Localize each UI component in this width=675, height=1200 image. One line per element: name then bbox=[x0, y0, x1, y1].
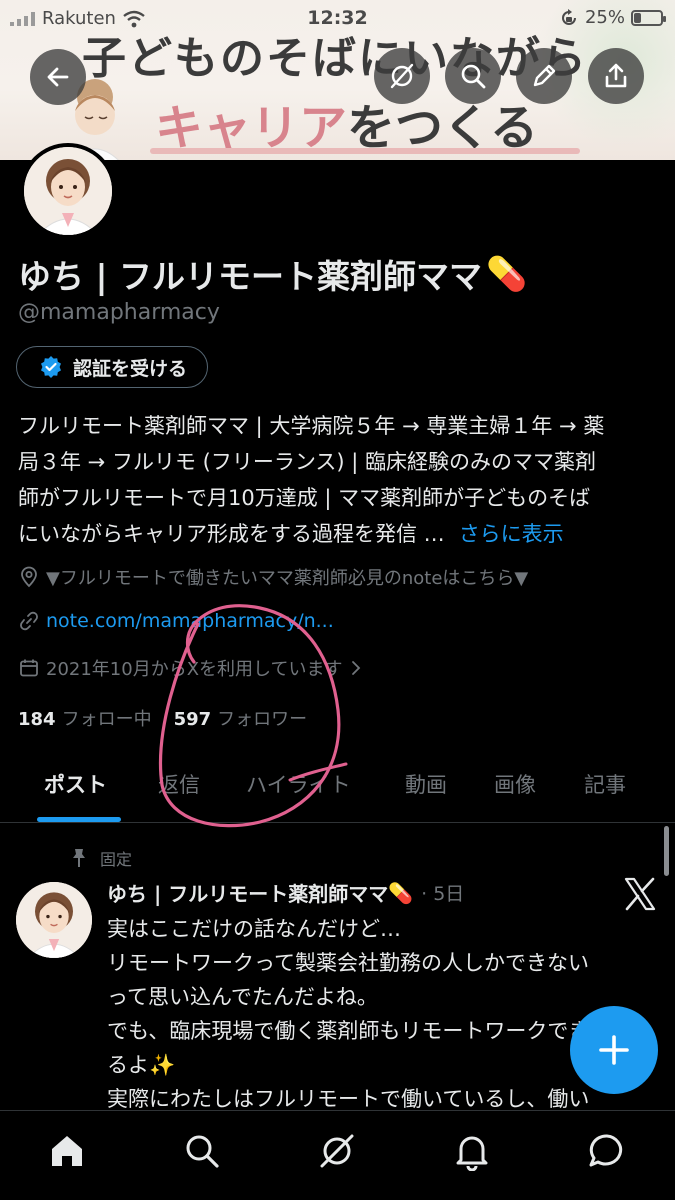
home-icon bbox=[52, 1136, 82, 1166]
nav-grok[interactable] bbox=[315, 1129, 359, 1173]
profile-handle: @mamapharmacy bbox=[18, 300, 220, 325]
website-link[interactable]: note.com/mamapharmacy/n... bbox=[46, 610, 334, 632]
tab-articles[interactable]: 記事 bbox=[584, 769, 626, 799]
tab-highlights[interactable]: ハイライト bbox=[246, 769, 351, 799]
bio-line: 局３年 → フルリモ (フリーランス) | 臨床経験のみのママ薬剤 bbox=[18, 450, 597, 474]
display-name-text: ゆち | フルリモート薬剤師ママ bbox=[18, 257, 483, 296]
nav-notifications[interactable] bbox=[450, 1129, 494, 1173]
post-author-emoji: 💊 bbox=[388, 880, 414, 905]
notifications-icon bbox=[456, 1136, 488, 1171]
tab-photos[interactable]: 画像 bbox=[494, 769, 536, 799]
grok-icon bbox=[320, 1134, 354, 1168]
bio-line: 師がフルリモートで月10万達成 | ママ薬剤師が子どものそば bbox=[18, 486, 591, 510]
followers-count-link[interactable]: 597 フォロワー bbox=[174, 705, 308, 731]
post-time[interactable]: · 5日 bbox=[421, 879, 464, 906]
link-icon bbox=[20, 611, 38, 631]
banner-underline bbox=[150, 148, 580, 154]
avatar-illustration bbox=[24, 147, 112, 235]
nav-search[interactable] bbox=[180, 1129, 224, 1173]
post-header: ゆち | フルリモート薬剤師ママ 💊 · 5日 bbox=[107, 878, 464, 907]
edit-button[interactable] bbox=[516, 48, 572, 104]
profile-avatar-image bbox=[24, 147, 112, 235]
followers-count: 597 bbox=[173, 709, 212, 730]
grok-button[interactable] bbox=[374, 48, 430, 104]
search-icon bbox=[186, 1135, 219, 1168]
bio-line: フルリモート薬剤師ママ | 大学病院５年 → 専業主婦１年 → 薬 bbox=[18, 414, 605, 438]
profile-bio: フルリモート薬剤師ママ | 大学病院５年 → 専業主婦１年 → 薬 局３年 → … bbox=[18, 408, 663, 552]
joined-text: 2021年10月からXを利用しています bbox=[46, 659, 343, 680]
location-pin-icon bbox=[21, 566, 37, 588]
edit-icon bbox=[533, 64, 556, 87]
post-line: って思い込んでたんだよね。 bbox=[107, 985, 378, 1009]
share-button[interactable] bbox=[588, 48, 644, 104]
status-right: 25% bbox=[559, 7, 666, 28]
plus-icon bbox=[599, 1035, 629, 1065]
tab-videos[interactable]: 動画 bbox=[405, 769, 447, 799]
profile-location: ▼フルリモートで働きたいママ薬剤師必見のnoteはこちら▼ bbox=[18, 564, 528, 590]
show-more-link[interactable]: さらに表示 bbox=[459, 522, 564, 546]
active-tab-indicator bbox=[37, 817, 121, 822]
follow-counts: 184 フォロー中 597 フォロワー bbox=[18, 705, 307, 731]
share-icon bbox=[605, 63, 627, 88]
bottom-navigation bbox=[0, 1110, 675, 1200]
scrollbar[interactable] bbox=[664, 826, 669, 876]
messages-icon bbox=[589, 1134, 623, 1167]
status-bar: Rakuten 12:32 25% bbox=[0, 0, 675, 36]
battery-percent: 25% bbox=[584, 7, 625, 28]
profile-tabs: ポスト 返信 ハイライト 動画 画像 記事 bbox=[0, 755, 675, 823]
location-text: ▼フルリモートで働きたいママ薬剤師必見のnoteはこちら▼ bbox=[46, 568, 529, 589]
post-text[interactable]: 実はここだけの話なんだけど… リモートワークって製薬会社勤務の人しかできない っ… bbox=[107, 912, 667, 1116]
back-arrow-icon bbox=[47, 67, 69, 87]
nav-messages[interactable] bbox=[585, 1129, 629, 1173]
pill-emoji: 💊 bbox=[486, 254, 528, 293]
bio-line-last: にいながらキャリア形成をする過程を発信 … さらに表示 bbox=[18, 516, 663, 552]
followers-label: フォロワー bbox=[217, 709, 308, 730]
post-author-avatar[interactable] bbox=[16, 882, 92, 958]
bio-line: にいながらキャリア形成をする過程を発信 … bbox=[18, 522, 445, 546]
x-logo-icon bbox=[624, 877, 656, 911]
calendar-icon bbox=[20, 659, 38, 677]
get-verified-label: 認証を受ける bbox=[73, 357, 188, 380]
following-count-link[interactable]: 184 フォロー中 bbox=[18, 705, 152, 731]
pinned-indicator: 固定 bbox=[70, 846, 132, 870]
post-line: リモートワークって製薬会社勤務の人しかできない bbox=[107, 951, 589, 975]
battery-icon bbox=[631, 9, 666, 26]
profile-joined[interactable]: 2021年10月からXを利用しています bbox=[18, 655, 363, 681]
compose-post-button[interactable] bbox=[570, 1006, 658, 1094]
pinned-label: 固定 bbox=[100, 850, 133, 869]
profile-avatar[interactable] bbox=[20, 143, 116, 239]
profile-display-name: ゆち | フルリモート薬剤師ママ 💊 bbox=[18, 250, 527, 298]
get-verified-button[interactable]: 認証を受ける bbox=[16, 346, 209, 388]
chevron-right-icon bbox=[351, 661, 360, 675]
nav-home[interactable] bbox=[45, 1129, 89, 1173]
avatar-illustration bbox=[16, 882, 92, 958]
back-button[interactable] bbox=[30, 49, 86, 105]
verified-badge-icon bbox=[41, 356, 61, 378]
pin-icon bbox=[73, 849, 85, 867]
tab-replies[interactable]: 返信 bbox=[158, 769, 200, 799]
profile-website[interactable]: note.com/mamapharmacy/n... bbox=[18, 610, 334, 632]
orientation-lock-icon bbox=[562, 8, 576, 25]
search-button[interactable] bbox=[445, 48, 501, 104]
tab-posts[interactable]: ポスト bbox=[44, 769, 107, 799]
following-label: フォロー中 bbox=[61, 709, 152, 730]
search-icon bbox=[461, 64, 486, 89]
grok-icon bbox=[390, 63, 414, 89]
post-line: 実はここだけの話なんだけど… bbox=[107, 917, 401, 941]
battery-level bbox=[634, 12, 641, 23]
following-count: 184 bbox=[18, 709, 56, 730]
post-author-name[interactable]: ゆち | フルリモート薬剤師ママ bbox=[107, 878, 388, 907]
